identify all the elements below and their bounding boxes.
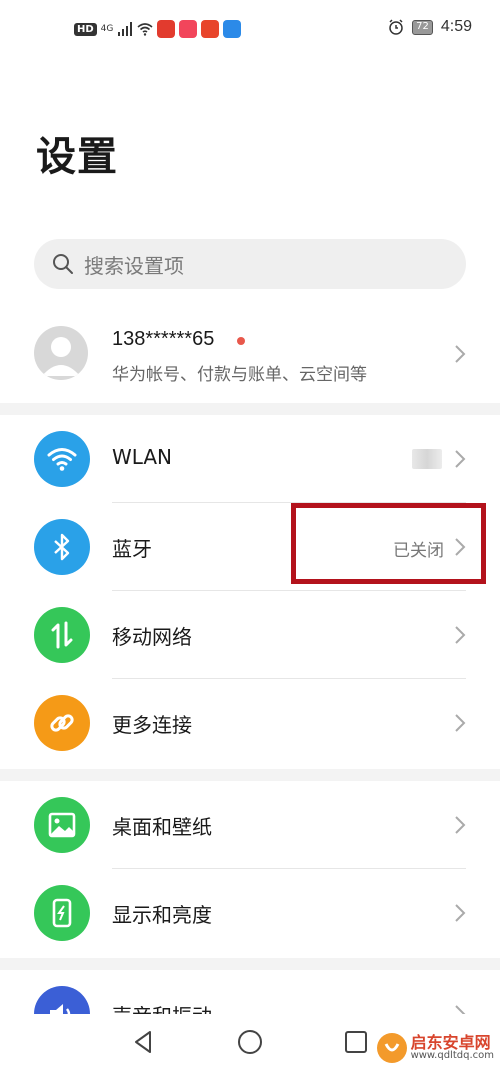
section-divider [0,958,500,970]
setting-row-sound[interactable]: 声音和振动 [0,970,500,1014]
setting-label: 显示和亮度 [112,903,212,927]
setting-label: 移动网络 [112,625,192,649]
setting-row-display[interactable]: 显示和亮度 [0,869,500,957]
sound-icon [34,986,90,1014]
navigation-bar: 启东安卓网 www.qdltdq.com [0,1014,500,1069]
link-icon [34,695,90,751]
page-title: 设置 [36,134,118,180]
search-placeholder: 搜索设置项 [84,253,184,278]
chevron-right-icon [455,816,466,834]
search-icon [53,254,73,274]
chevron-right-icon [455,1005,466,1014]
avatar [34,326,88,380]
watermark-url: www.qdltdq.com [410,1050,494,1061]
app-notification-icon [179,20,198,38]
mobile-data-icon [34,607,90,663]
account-subtitle: 华为帐号、付款与账单、云空间等 [112,365,367,385]
recents-icon[interactable] [342,1028,370,1056]
signal-icon [118,22,133,36]
watermark: 启东安卓网 www.qdltdq.com [376,1033,494,1063]
highlight-annotation [291,503,486,584]
back-icon[interactable] [130,1028,158,1056]
search-input[interactable]: 搜索设置项 [34,239,466,289]
hd-badge: HD [74,22,97,36]
setting-row-more-connections[interactable]: 更多连接 [0,679,500,767]
setting-label: 声音和振动 [112,1000,212,1014]
alarm-icon [389,19,403,35]
account-name: 138******65 [112,328,215,350]
network-type: 4G [100,24,114,34]
app-notification-icon [201,20,220,38]
clock: 4:59 [440,18,472,35]
setting-row-mobile-network[interactable]: 移动网络 [0,591,500,679]
section-divider [0,403,500,415]
setting-label: 更多连接 [112,713,192,737]
notification-dot [237,337,245,345]
setting-label: 蓝牙 [112,537,152,561]
chevron-right-icon [455,345,466,363]
user-avatar-icon [42,337,80,376]
chevron-right-icon [455,904,466,922]
setting-label: WLAN [112,445,173,469]
wlan-network-value [412,449,442,469]
wifi-status-icon [137,23,153,36]
status-left: HD 4G [74,20,242,38]
wallpaper-icon [34,797,90,853]
app-notification-icon [223,20,242,38]
display-icon [34,885,90,941]
app-notification-icon [157,20,176,38]
setting-row-wallpaper[interactable]: 桌面和壁纸 [0,781,500,869]
setting-label: 桌面和壁纸 [112,815,212,839]
watermark-title: 启东安卓网 [410,1033,491,1052]
home-icon[interactable] [236,1028,264,1056]
bluetooth-icon [34,519,90,575]
chevron-right-icon [455,714,466,732]
account-row[interactable]: 138******65 华为帐号、付款与账单、云空间等 [0,318,500,398]
status-bar: HD 4G 72 4:59 [0,0,500,58]
status-right: 72 4:59 [388,18,472,36]
watermark-logo-icon [376,1033,407,1063]
setting-row-wlan[interactable]: WLAN [0,415,500,503]
chevron-right-icon [455,450,466,468]
battery-indicator: 72 [412,19,433,35]
section-divider [0,769,500,781]
wifi-icon [34,431,90,487]
chevron-right-icon [455,626,466,644]
